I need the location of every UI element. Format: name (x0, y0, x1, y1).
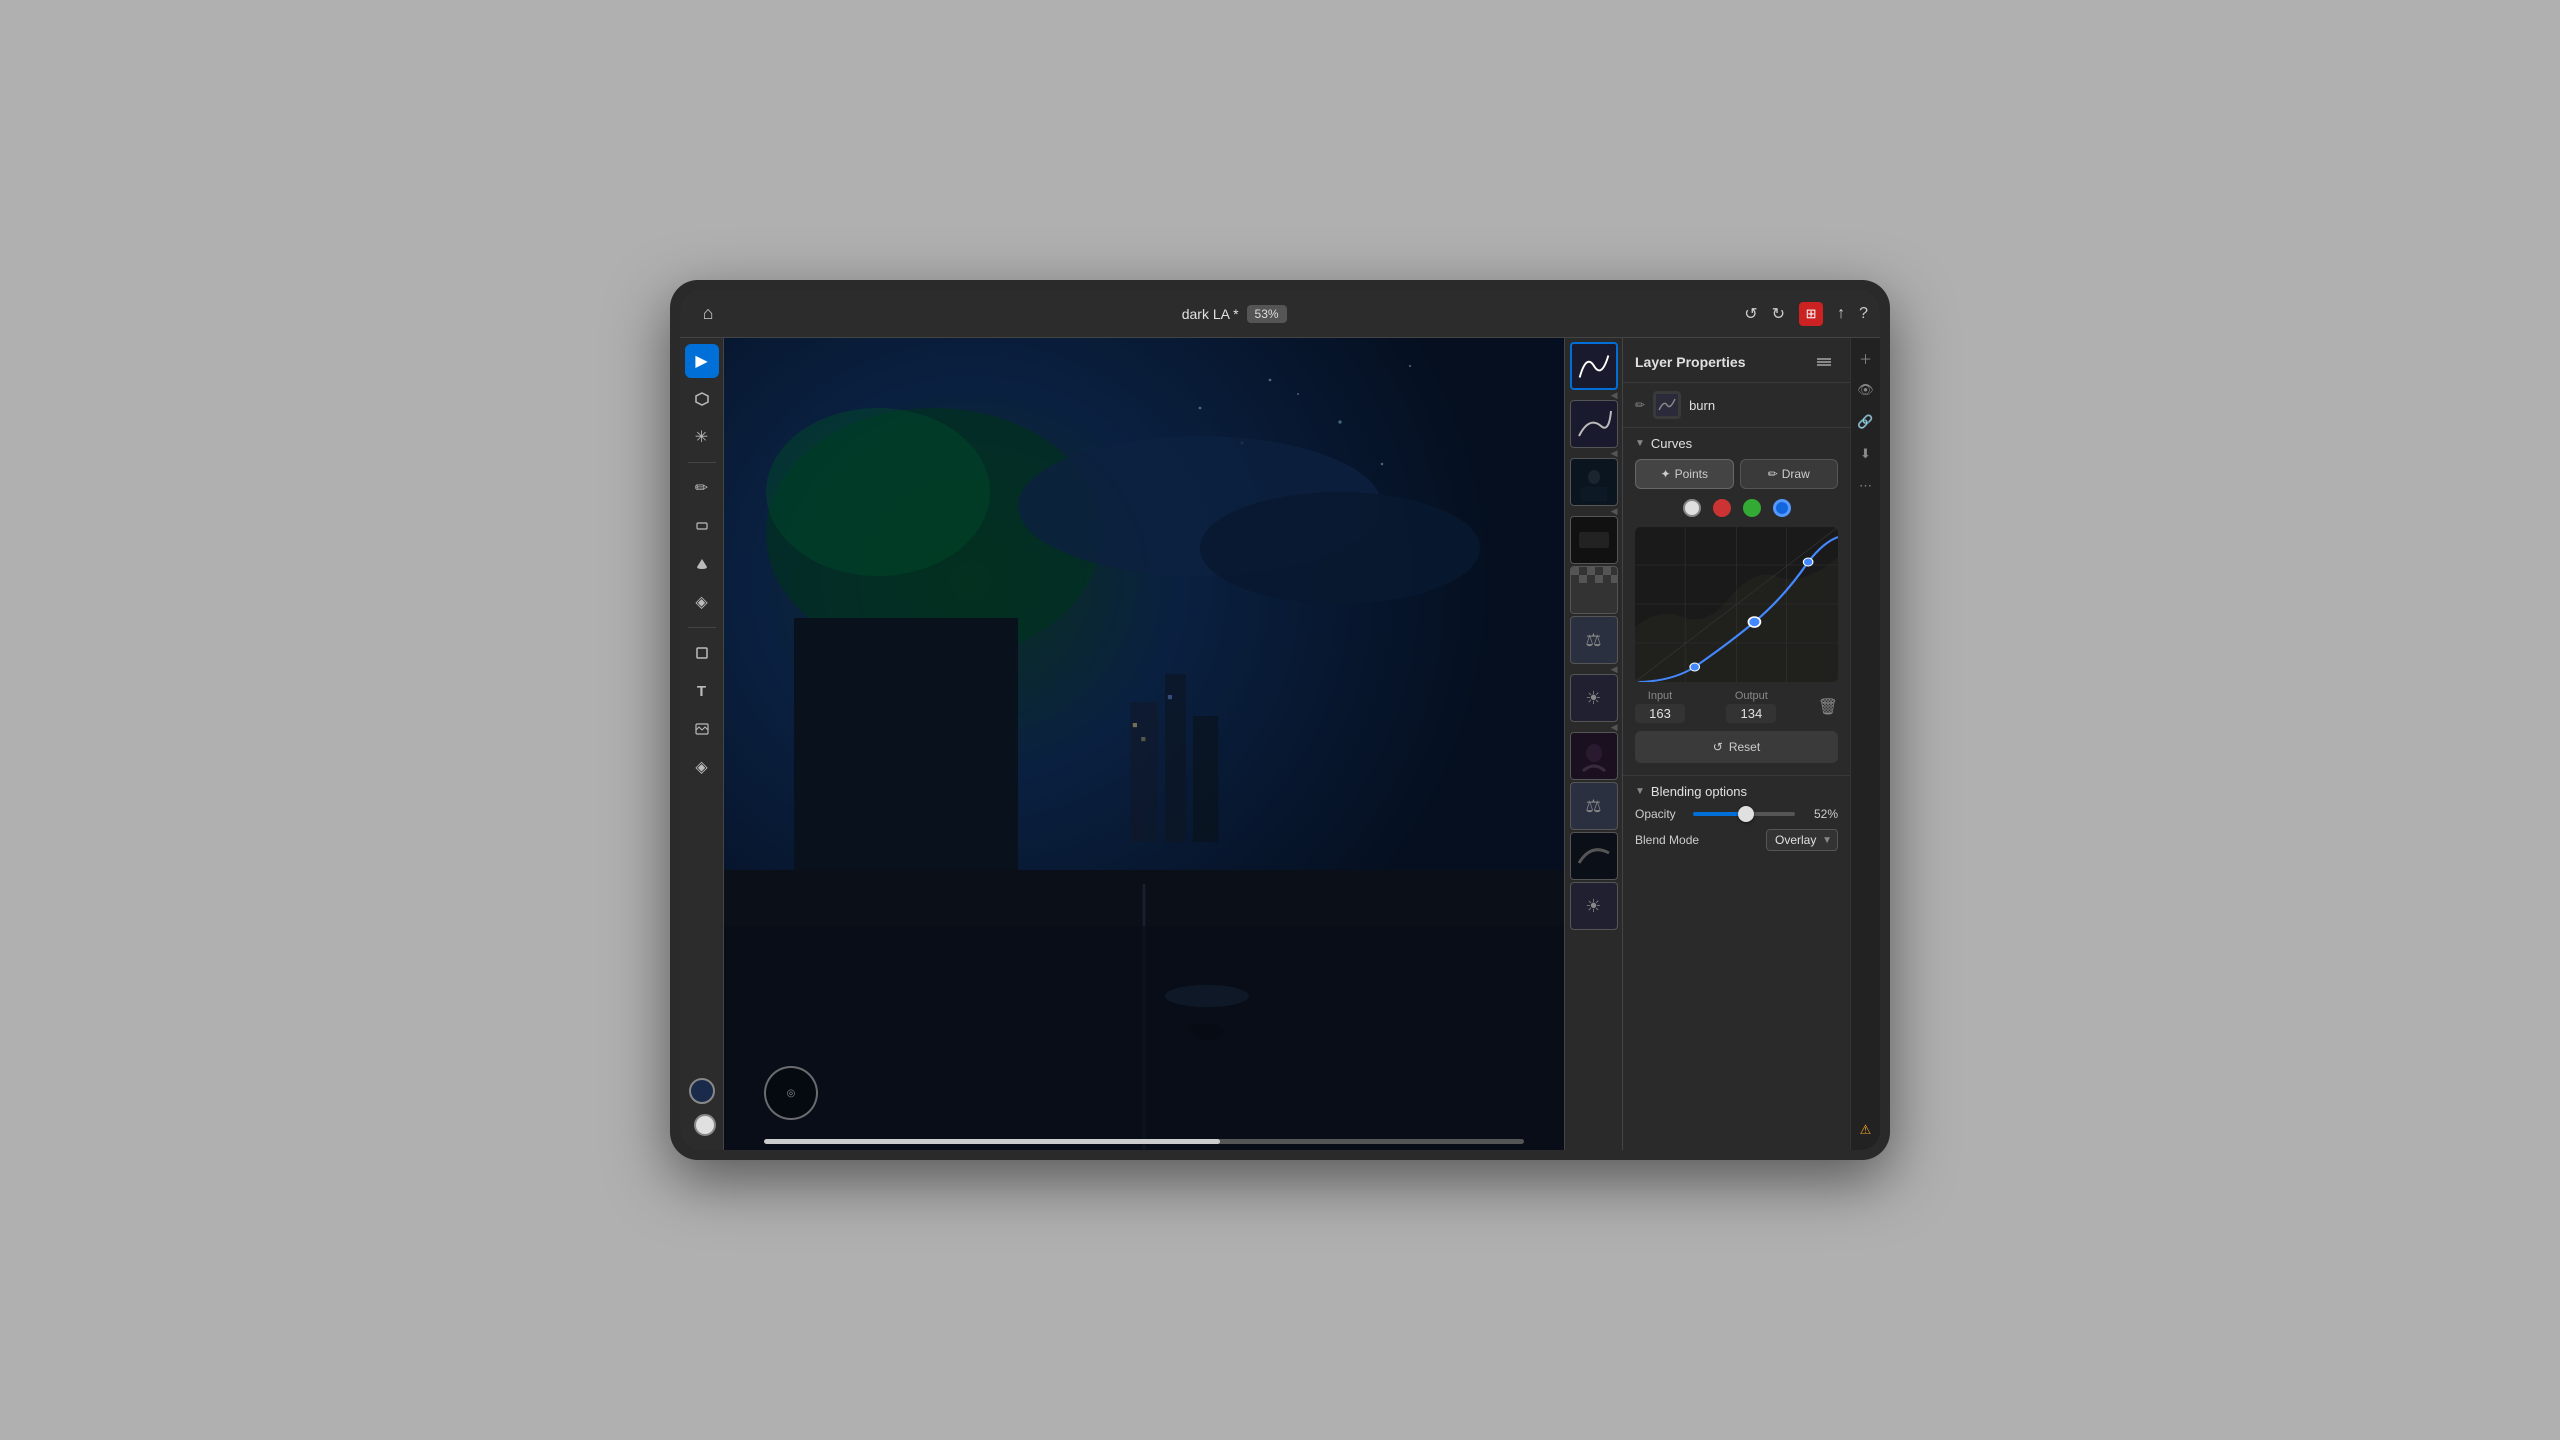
input-group: Input 163 (1635, 690, 1685, 723)
tool-eyedropper[interactable]: ◈ (685, 585, 719, 619)
layer-thumb-5[interactable]: ⚖ (1570, 616, 1618, 664)
curves-graph[interactable] (1635, 527, 1838, 682)
layer-thumb-4[interactable] (1570, 566, 1618, 614)
visibility-button[interactable]: 👁 (1854, 378, 1878, 402)
left-toolbar: ▶ ✳ ✏ ◈ (680, 338, 724, 1150)
canvas-image: ◎ (724, 338, 1564, 1150)
tool-brush[interactable]: ✏ (685, 471, 719, 505)
redo-button[interactable]: ↻ (1772, 304, 1785, 324)
tool-magic-wand[interactable]: ✳ (685, 420, 719, 454)
tool-text[interactable]: T (685, 674, 719, 708)
reset-icon: ↺ (1713, 740, 1723, 754)
panel-title: Layer Properties (1635, 354, 1746, 370)
layer-name-row: ✏ burn (1623, 383, 1850, 428)
curve-controls: ✦ Points ✏ Draw (1635, 459, 1838, 489)
primary-color-swatch[interactable] (689, 1078, 715, 1104)
layer-name: burn (1689, 398, 1715, 413)
options-button[interactable]: ⋯ (1854, 474, 1878, 498)
curves-section: ▼ Curves ✦ Points ✏ Draw (1623, 428, 1850, 776)
zoom-level[interactable]: 53% (1247, 305, 1287, 323)
blend-mode-wrapper: Overlay Normal Multiply Screen Darken Li… (1766, 829, 1838, 851)
opacity-row: Opacity 52% (1635, 807, 1838, 821)
draw-label: Draw (1782, 467, 1810, 481)
output-label: Output (1735, 690, 1768, 702)
curves-chevron: ▼ (1635, 438, 1645, 449)
layers-panel-button[interactable] (1810, 348, 1838, 376)
home-icon: ⌂ (703, 303, 714, 324)
opacity-value: 52% (1803, 807, 1838, 821)
merge-button[interactable]: ⬇ (1854, 442, 1878, 466)
tool-crop[interactable] (685, 636, 719, 670)
draw-button[interactable]: ✏ Draw (1740, 459, 1839, 489)
blending-title: Blending options (1651, 784, 1747, 799)
opacity-thumb[interactable] (1738, 806, 1754, 822)
panel-action-column: ＋ 👁 🔗 ⬇ ⋯ ⚠ (1850, 338, 1880, 1150)
channel-blue[interactable] (1773, 499, 1791, 517)
layers-strip: ◀ ◀ (1564, 338, 1622, 1150)
channel-green[interactable] (1743, 499, 1761, 517)
tool-lasso[interactable] (685, 382, 719, 416)
reset-label: Reset (1729, 740, 1760, 754)
layer-thumb-7[interactable] (1570, 732, 1618, 780)
help-button[interactable]: ? (1859, 305, 1868, 323)
tool-image[interactable] (685, 712, 719, 746)
points-icon: ✦ (1661, 467, 1671, 481)
points-label: Points (1675, 467, 1708, 481)
home-button[interactable]: ⌂ (692, 298, 724, 330)
input-label: Input (1648, 690, 1672, 702)
blending-section: ▼ Blending options Opacity 52% (1623, 776, 1850, 863)
curves-section-header[interactable]: ▼ Curves (1635, 436, 1838, 451)
layer-thumb-8[interactable]: ⚖ (1570, 782, 1618, 830)
channel-dots (1635, 499, 1838, 517)
share-button[interactable]: ↑ (1837, 305, 1845, 323)
rotation-indicator: ◎ (764, 1066, 818, 1120)
warning-button[interactable]: ⚠ (1854, 1118, 1878, 1142)
opacity-slider[interactable] (1693, 812, 1795, 816)
reset-button[interactable]: ↺ Reset (1635, 731, 1838, 763)
layer-thumb-3[interactable] (1570, 516, 1618, 564)
add-adjustment-button[interactable]: ＋ (1854, 346, 1878, 370)
tool-fill[interactable] (685, 547, 719, 581)
layer-thumb-0[interactable] (1570, 342, 1618, 390)
opacity-label: Opacity (1635, 807, 1685, 821)
channel-red[interactable] (1713, 499, 1731, 517)
right-panel: Layer Properties (1622, 338, 1850, 1150)
blending-section-header[interactable]: ▼ Blending options (1635, 784, 1838, 799)
tool-eraser[interactable] (685, 509, 719, 543)
canvas-area[interactable]: ◎ (724, 338, 1564, 1150)
right-panel-outer: Layer Properties (1622, 338, 1880, 1150)
input-value[interactable]: 163 (1635, 704, 1685, 723)
panel-header: Layer Properties (1623, 338, 1850, 383)
channel-white[interactable] (1683, 499, 1701, 517)
io-row: Input 163 Output 134 🗑 (1635, 690, 1838, 723)
blend-mode-row: Blend Mode Overlay Normal Multiply Scree… (1635, 829, 1838, 851)
layer-thumb-1[interactable] (1570, 400, 1618, 448)
tool-select[interactable]: ▶ (685, 344, 719, 378)
layer-small-thumb (1653, 391, 1681, 419)
delete-point-button[interactable]: 🗑 (1818, 697, 1838, 717)
points-button[interactable]: ✦ Points (1635, 459, 1734, 489)
document-title: dark LA * (1182, 306, 1239, 322)
blend-mode-select[interactable]: Overlay Normal Multiply Screen Darken Li… (1766, 829, 1838, 851)
blending-chevron: ▼ (1635, 786, 1645, 797)
link-layers-button[interactable]: 🔗 (1854, 410, 1878, 434)
curves-title: Curves (1651, 436, 1692, 451)
separator-2 (688, 627, 716, 628)
layer-thumb-2[interactable] (1570, 458, 1618, 506)
draw-icon: ✏ (1768, 467, 1778, 481)
layer-thumb-6[interactable]: ☀ (1570, 674, 1618, 722)
blend-mode-label: Blend Mode (1635, 833, 1699, 847)
undo-button[interactable]: ↺ (1744, 304, 1757, 324)
tool-picker[interactable]: ◈ (685, 750, 719, 784)
main-area: ▶ ✳ ✏ ◈ (680, 338, 1880, 1150)
output-group: Output 134 (1726, 690, 1776, 723)
layer-thumb-9[interactable] (1570, 832, 1618, 880)
separator-1 (688, 462, 716, 463)
top-bar: ⌂ dark LA * 53% ↺ ↻ ⊞ ↑ ? (680, 290, 1880, 338)
layers-icon[interactable]: ⊞ (1799, 302, 1823, 326)
layer-thumb-10[interactable]: ☀ (1570, 882, 1618, 930)
output-value[interactable]: 134 (1726, 704, 1776, 723)
secondary-color-swatch[interactable] (694, 1114, 716, 1136)
